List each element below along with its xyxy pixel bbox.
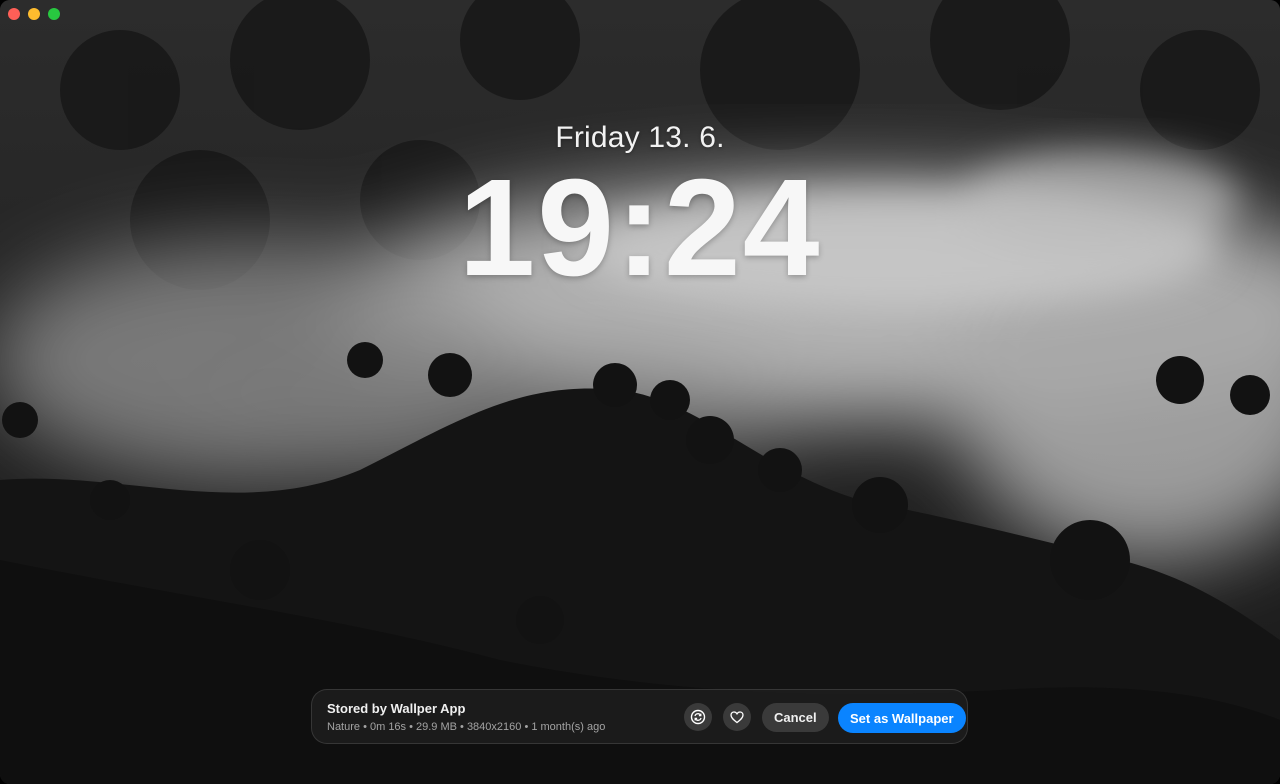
- minimize-button[interactable]: [28, 8, 40, 20]
- wallpaper-preview: [0, 0, 1280, 784]
- wallpaper-source-title: Stored by Wallper App: [327, 701, 466, 716]
- close-button[interactable]: [8, 8, 20, 20]
- maximize-button[interactable]: [48, 8, 60, 20]
- sync-icon: [690, 709, 706, 725]
- cancel-button[interactable]: Cancel: [762, 703, 829, 732]
- wallpaper-details: Stored by Wallper App Nature • 0m 16s • …: [327, 701, 605, 734]
- app-window: Friday 13. 6. 19:24 Stored by Wallper Ap…: [0, 0, 1280, 784]
- sync-button[interactable]: [684, 703, 712, 731]
- wallpaper-meta: Nature • 0m 16s • 29.9 MB • 3840x2160 • …: [327, 721, 606, 733]
- window-controls: [8, 8, 60, 20]
- lock-screen-time: 19:24: [458, 151, 822, 305]
- lock-screen-date: Friday 13. 6.: [555, 121, 725, 154]
- heart-icon: [730, 711, 744, 724]
- wallpaper-info-bar: Stored by Wallper App Nature • 0m 16s • …: [311, 689, 968, 744]
- favorite-button[interactable]: [723, 703, 751, 731]
- set-as-wallpaper-button[interactable]: Set as Wallpaper: [838, 703, 966, 733]
